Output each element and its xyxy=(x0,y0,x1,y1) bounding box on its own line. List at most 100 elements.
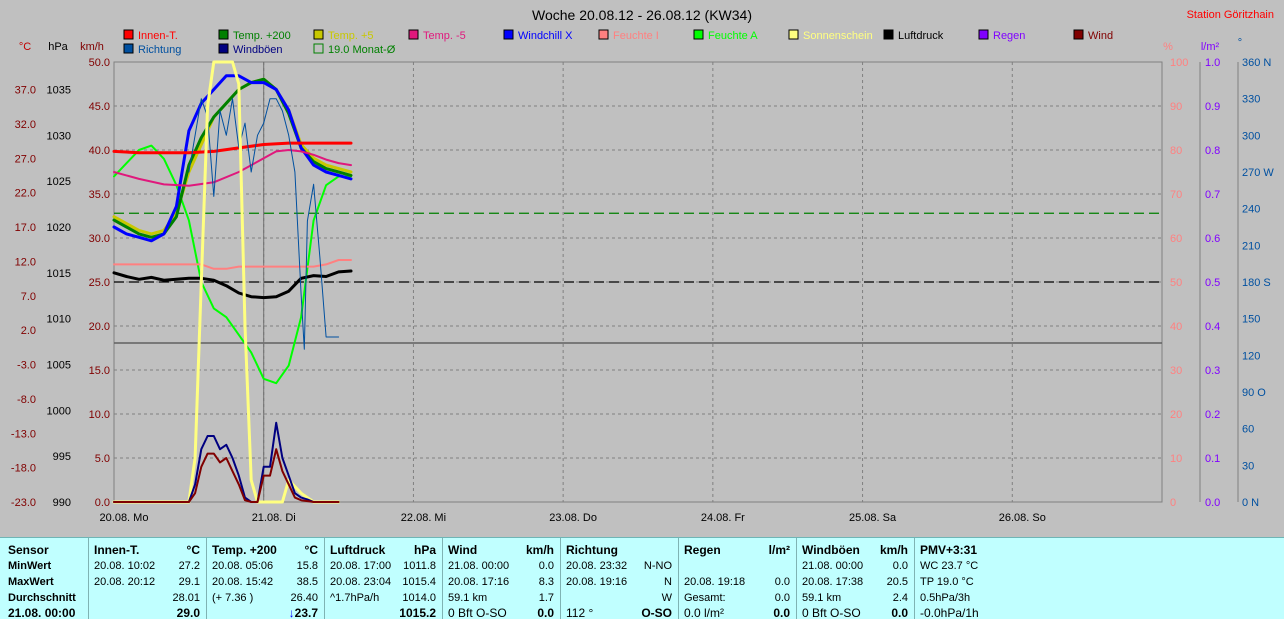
tick-rain-6: 0.4 xyxy=(1205,321,1220,333)
row-label-sensor: Sensor xyxy=(8,543,49,557)
tick-percent-8: 20 xyxy=(1170,409,1182,421)
tick-direction-5: 210 xyxy=(1242,240,1260,252)
legend-label-richtung: Richtung xyxy=(138,44,181,56)
row-label-current: 21.08. 00:00 xyxy=(8,606,76,619)
panel-cell-value: 8.3 xyxy=(538,576,554,588)
tick-kmh-4: 30.0 xyxy=(89,233,110,245)
chart-title: Woche 20.08.12 - 26.08.12 (KW34) xyxy=(532,7,752,23)
tick-kmh-9: 5.0 xyxy=(95,453,110,465)
tick-rain-5: 0.5 xyxy=(1205,277,1220,289)
panel-cell-value: 0.0 xyxy=(773,606,790,619)
tick-kmh-5: 25.0 xyxy=(89,277,110,289)
panel-cell-value: O-SO xyxy=(641,606,672,619)
tick-celsius-11: -18.0 xyxy=(11,463,36,475)
panel-col-temp-200: Temp. +200 °C 20.08. 05:06 15.8 20.08. 15:42… xyxy=(206,538,325,619)
panel-cell-label: 0.5hPa/3h xyxy=(920,592,971,604)
panel-cell-label: (+ 7.36 ) xyxy=(212,592,254,604)
panel-cell-label: 21.08. 00:00 xyxy=(802,560,864,572)
panel-cell-value: 1014.0 xyxy=(402,592,436,604)
tick-percent-0: 100 xyxy=(1170,57,1188,69)
panel-col-unit: °C xyxy=(304,543,318,557)
panel-col-unit: km/h xyxy=(879,543,908,557)
tick-celsius-9: -8.0 xyxy=(17,394,36,406)
panel-cell-label: 20.08. 10:02 xyxy=(94,560,156,572)
panel-cell-label: 20.08. 15:42 xyxy=(212,576,274,588)
x-label-5: 25.08. Sa xyxy=(849,512,897,524)
panel-cell-value: 0.0 xyxy=(774,592,790,604)
tick-rain-8: 0.2 xyxy=(1205,409,1220,421)
panel-col-title: Wind xyxy=(448,543,478,557)
tick-hpa-4: 1015 xyxy=(47,268,71,280)
tick-kmh-10: 0.0 xyxy=(95,497,110,509)
panel-cell-value: 26.40 xyxy=(290,592,318,604)
panel-cell-value: 28.01 xyxy=(172,592,200,604)
panel-cell-label: Gesamt: xyxy=(684,592,726,604)
tick-direction-0: 360 N xyxy=(1242,57,1271,69)
tick-celsius-5: 12.0 xyxy=(15,256,36,268)
panel-col-richtung: Richtung 20.08. 23:32 N-NO 20.08. 19:16 N W 11… xyxy=(560,538,679,619)
tick-kmh-8: 10.0 xyxy=(89,409,110,421)
panel-cell-label: 21.08. 00:00 xyxy=(448,560,510,572)
legend-swatch-feuchte-a xyxy=(693,29,704,40)
tick-percent-1: 90 xyxy=(1170,101,1182,113)
tick-percent-4: 60 xyxy=(1170,233,1182,245)
panel-col-unit: l/m² xyxy=(768,543,790,557)
panel-col-title: Innen-T. xyxy=(94,543,140,557)
tick-percent-6: 40 xyxy=(1170,321,1182,333)
panel-cell-label: 59.1 km xyxy=(802,592,842,604)
tick-celsius-0: 37.0 xyxy=(15,85,36,97)
tick-percent-5: 50 xyxy=(1170,277,1182,289)
legend-swatch-windb-en xyxy=(218,43,229,54)
panel-col-regen: Regen l/m² 20.08. 19:18 0.0 Gesamt: 0.0 0.0 l/… xyxy=(678,538,797,619)
axis-unit-percent: % xyxy=(1163,41,1173,53)
tick-direction-9: 90 O xyxy=(1242,387,1266,399)
tick-hpa-7: 1000 xyxy=(47,405,71,417)
panel-col-title: Windböen xyxy=(802,543,860,557)
legend-swatch-feuchte-i xyxy=(598,29,609,40)
tick-percent-3: 70 xyxy=(1170,189,1182,201)
tick-direction-4: 240 xyxy=(1242,204,1260,216)
panel-cell-label: TP 19.0 °C xyxy=(920,576,974,588)
tick-direction-10: 60 xyxy=(1242,424,1254,436)
legend-label-feuchte-i: Feuchte I xyxy=(613,30,659,42)
tick-rain-1: 0.9 xyxy=(1205,101,1220,113)
panel-cell-label: 20.08. 05:06 xyxy=(212,560,274,572)
panel-cell-value: 1015.2 xyxy=(399,606,436,619)
axis-unit-rain: l/m² xyxy=(1201,41,1220,53)
tick-hpa-1: 1030 xyxy=(47,130,71,142)
tick-celsius-1: 32.0 xyxy=(15,119,36,131)
legend-label-windb-en: Windböen xyxy=(233,44,283,56)
row-label-min: MinWert xyxy=(8,560,52,572)
tick-hpa-2: 1025 xyxy=(47,176,71,188)
panel-cell-value: W xyxy=(661,592,672,604)
tick-rain-9: 0.1 xyxy=(1205,453,1220,465)
tick-direction-7: 150 xyxy=(1242,314,1260,326)
panel-cell-value: 27.2 xyxy=(178,560,200,572)
panel-col-unit: °C xyxy=(186,543,200,557)
panel-col-luftdruck: Luftdruck hPa 20.08. 17:00 1011.8 20.08. 23:… xyxy=(324,538,443,619)
tick-rain-4: 0.6 xyxy=(1205,233,1220,245)
panel-cell-value: 1015.4 xyxy=(402,576,436,588)
tick-celsius-12: -23.0 xyxy=(11,497,36,509)
tick-celsius-4: 17.0 xyxy=(15,222,36,234)
legend-label-regen: Regen xyxy=(993,30,1025,42)
x-label-6: 26.08. So xyxy=(999,512,1046,524)
row-label-max: MaxWert xyxy=(8,576,54,588)
panel-col-pmv-3-31: PMV+3:31 WC 23.7 °C TP 19.0 °C 0.5hPa/3h -0.… xyxy=(914,538,1032,619)
tick-celsius-7: 2.0 xyxy=(21,325,36,337)
legend-swatch-temp-5 xyxy=(313,29,324,40)
tick-direction-1: 330 xyxy=(1242,94,1260,106)
legend-swatch-innen-t xyxy=(123,29,134,40)
panel-cell-value: 2.4 xyxy=(892,592,908,604)
tick-kmh-0: 50.0 xyxy=(89,57,110,69)
x-label-1: 21.08. Di xyxy=(252,512,296,524)
legend-label-temp-5: Temp. +5 xyxy=(328,30,374,42)
tick-hpa-0: 1035 xyxy=(47,85,71,97)
panel-cell-value: 0.0 xyxy=(537,606,554,619)
panel-cell-label: 0.0 l/m² xyxy=(684,606,725,619)
tick-hpa-6: 1005 xyxy=(47,360,71,372)
chart-legend: Innen-T. Temp. +200 Temp. +5 Temp. -5 Windch… xyxy=(123,29,1113,56)
tick-celsius-2: 27.0 xyxy=(15,153,36,165)
panel-cell-label: 20.08. 17:38 xyxy=(802,576,864,588)
panel-cell-value: N-NO xyxy=(643,560,672,572)
